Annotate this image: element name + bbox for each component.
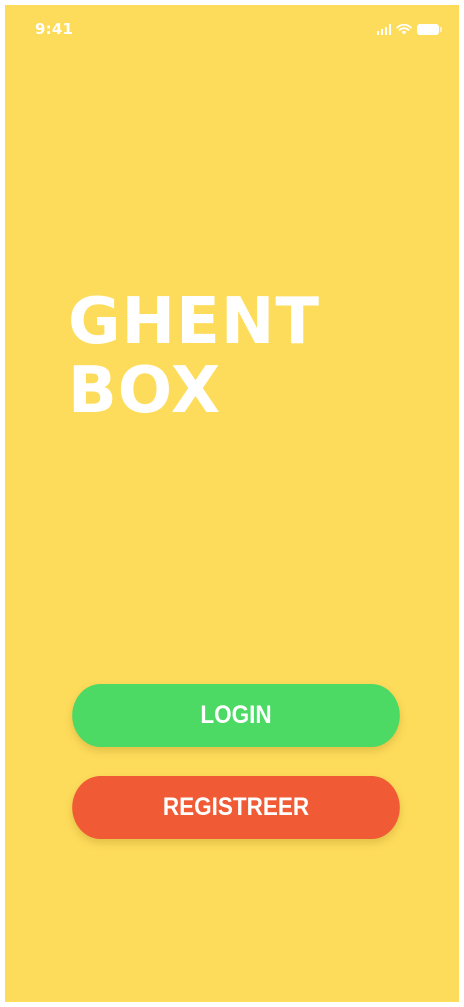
app-title-line-2: BOX: [68, 354, 222, 428]
status-bar: 9:41: [5, 5, 459, 49]
status-icons: [376, 23, 442, 35]
status-time: 9:41: [35, 20, 74, 38]
wifi-icon: [396, 23, 412, 35]
signal-icon: [376, 24, 391, 35]
register-button[interactable]: REGISTREER: [72, 776, 400, 839]
app-title: GHENT BOX: [68, 288, 320, 426]
welcome-screen: 9:41 GHENT BOX LOGIN REGISTREER: [5, 5, 459, 1002]
battery-icon: [417, 24, 442, 35]
app-title-line-1: GHENT: [68, 285, 321, 359]
login-button[interactable]: LOGIN: [72, 684, 400, 747]
